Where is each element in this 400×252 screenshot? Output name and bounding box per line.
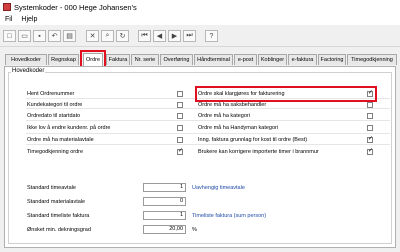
tab-handterminal[interactable]: Håndterminal [194, 54, 233, 65]
save-icon[interactable]: ▪ [33, 30, 46, 42]
option-label-kategori: Ordre må ha kategori [198, 113, 250, 119]
checkbox-ordredato[interactable] [177, 113, 183, 119]
dekningsgrad-input[interactable]: 20,00 [143, 225, 186, 234]
option-label-saksbehandler: Ordre må ha saksbehandler [198, 102, 267, 108]
tab-overforing[interactable]: Overføring [160, 54, 193, 65]
window-title: Systemkoder - 000 Hege Johansen's [14, 2, 137, 12]
row-divider [26, 120, 390, 121]
print-icon[interactable]: ▤ [63, 30, 76, 42]
tab-koblinger[interactable]: Koblinger [258, 54, 287, 65]
field-label-timeliste-faktura: Standard timeliste faktura [27, 213, 90, 219]
field-label-dekningsgrad: Ønsket min. dekningsgrad [27, 227, 91, 233]
refresh-icon[interactable]: ↻ [116, 30, 129, 42]
field-label-timeavtale: Standard timeavtale [27, 185, 76, 191]
row-divider [26, 108, 390, 109]
tab-nr-serie[interactable]: Nr. serie [131, 54, 159, 65]
timeavtale-input[interactable]: 1 [143, 183, 186, 192]
open-icon[interactable]: ▭ [18, 30, 31, 42]
new-icon[interactable]: □ [3, 30, 16, 42]
option-label-ordredato: Ordredato til startdato [27, 113, 81, 119]
timeliste-faktura-link[interactable]: Timeliste faktura (sum person) [192, 213, 266, 219]
option-label-brannmur: Brukere kan korrigere importerte timer i… [198, 149, 319, 155]
tab-hovedkoder[interactable]: Hovedkoder [5, 54, 47, 65]
materialavtale-input[interactable]: 0 [143, 197, 186, 206]
tab-strip: Hovedkoder Regnskap Ordre Faktura Nr. se… [0, 53, 400, 66]
nav-last-icon[interactable]: ⏭ [183, 30, 196, 42]
checkbox-kategori[interactable] [367, 113, 373, 119]
timeliste-faktura-input[interactable]: 1 [143, 211, 186, 220]
checkbox-hent-ordrenummer[interactable] [177, 91, 183, 97]
title-bar: Systemkoder - 000 Hege Johansen's [0, 0, 400, 14]
checkbox-saksbehandler[interactable] [367, 102, 373, 108]
option-label-timegodkjenning: Timegodkjenning ordre [27, 149, 84, 155]
checkbox-handyman[interactable] [367, 125, 373, 131]
checkbox-inng-faktura[interactable] [367, 137, 373, 143]
tab-regnskap[interactable]: Regnskap [48, 54, 79, 65]
option-label-hent-ordrenummer: Hent Ordrenummer [27, 91, 75, 97]
percent-unit: % [192, 227, 197, 233]
timeavtale-link[interactable]: Uavhengig timeavtale [192, 185, 245, 191]
checkbox-ikke-lov-endre[interactable] [177, 125, 183, 131]
checkbox-kundekategori[interactable] [177, 102, 183, 108]
nav-prev-icon[interactable]: ◀ [153, 30, 166, 42]
undo-icon[interactable]: ↶ [48, 30, 61, 42]
checkbox-timegodkjenning[interactable] [177, 149, 183, 155]
menu-bar: Fil Hjelp [0, 14, 400, 25]
checkbox-brannmur[interactable] [367, 149, 373, 155]
app-icon [3, 3, 11, 11]
tab-timegodkjenning[interactable]: Timegodkjenning [347, 54, 397, 65]
option-label-inng-faktura: Inng. faktura grunnlag for kost til ordr… [198, 137, 308, 143]
tab-epost[interactable]: e-post [234, 54, 257, 65]
option-label-ikke-lov-endre: Ikke lov å endre kundenr. på ordre [27, 125, 111, 131]
help-icon[interactable]: ? [205, 30, 218, 42]
tab-factoring[interactable]: Factoring [318, 54, 346, 65]
window: Systemkoder - 000 Hege Johansen's Fil Hj… [0, 0, 400, 252]
option-label-materialavtale: Ordre må ha materialavtale [27, 137, 94, 143]
option-label-kundekategori: Kundekategori til ordre [27, 102, 83, 108]
find-icon[interactable]: ⌕ [101, 30, 114, 42]
row-divider [26, 144, 390, 145]
delete-icon[interactable]: ✕ [86, 30, 99, 42]
toolbar: □ ▭ ▪ ↶ ▤ ✕ ⌕ ↻ ⏮ ◀ ▶ ⏭ ? [0, 26, 400, 47]
nav-first-icon[interactable]: ⏮ [138, 30, 151, 42]
row-divider [26, 133, 390, 134]
checkbox-materialavtale[interactable] [177, 137, 183, 143]
menu-fil[interactable]: Fil [5, 16, 12, 23]
option-highlight-box [195, 86, 377, 102]
nav-next-icon[interactable]: ▶ [168, 30, 181, 42]
group-label: Hovedkoder [11, 68, 46, 74]
option-label-handyman: Ordre må ha Handyman kategori [198, 125, 279, 131]
menu-hjelp[interactable]: Hjelp [21, 16, 37, 23]
tab-faktura[interactable]: Faktura [106, 54, 130, 65]
field-label-materialavtale: Standard materialavtale [27, 199, 86, 205]
tab-efaktura[interactable]: e-faktura [288, 54, 317, 65]
